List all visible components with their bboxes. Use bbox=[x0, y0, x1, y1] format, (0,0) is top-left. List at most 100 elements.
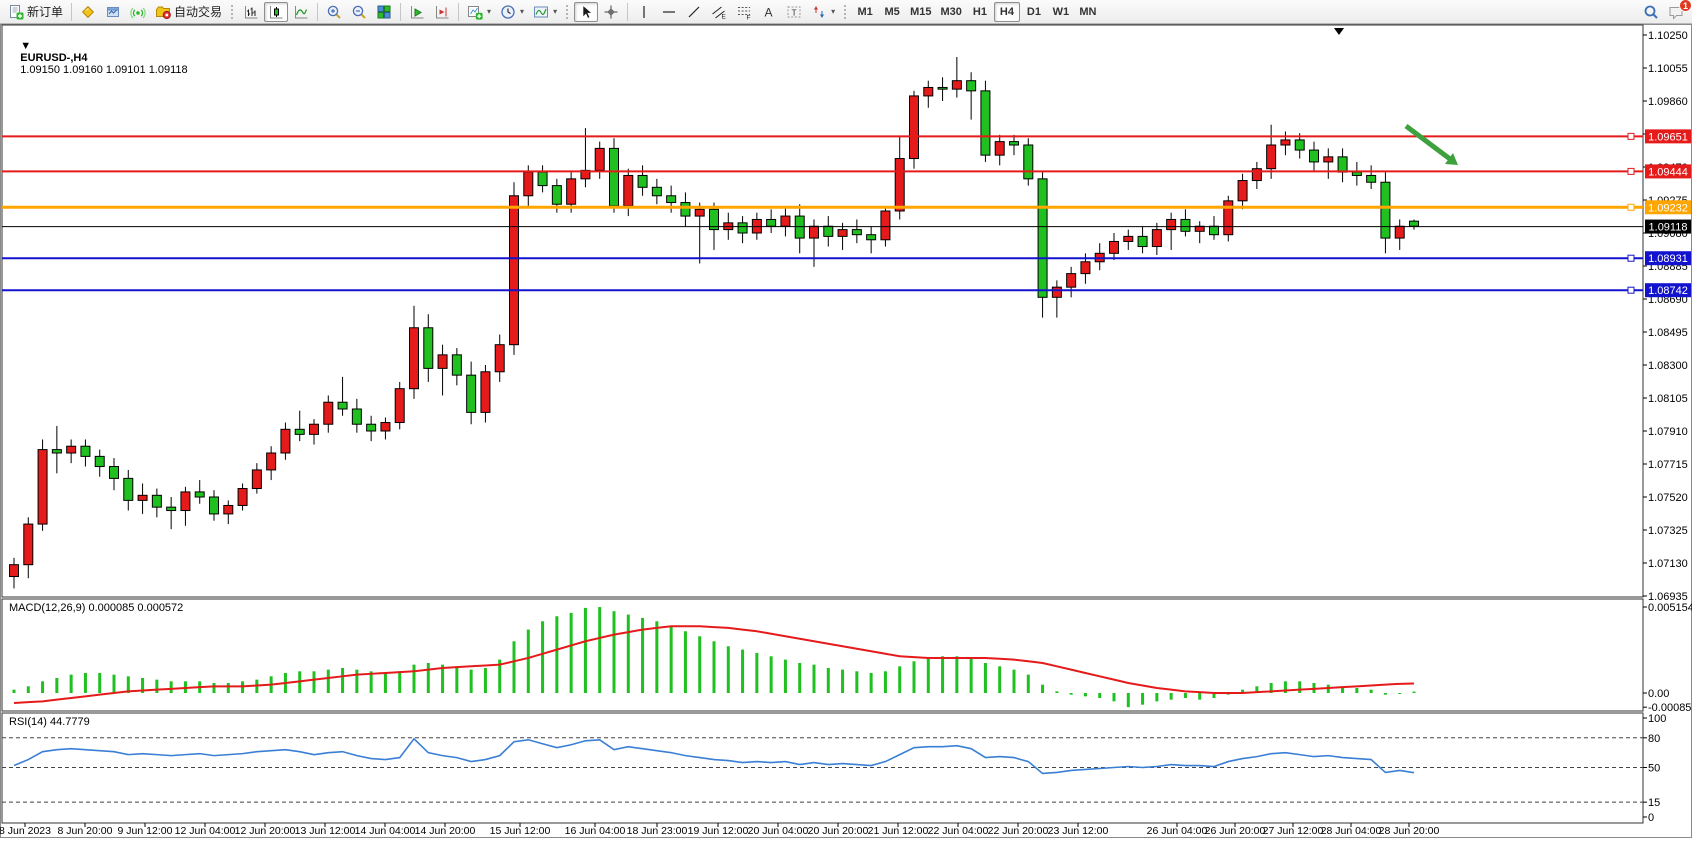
zoom-out-button[interactable] bbox=[347, 2, 371, 22]
svg-text:80: 80 bbox=[1648, 733, 1660, 745]
cursor-tool-button[interactable] bbox=[574, 2, 598, 22]
line-chart-type-button[interactable] bbox=[289, 2, 313, 22]
fibonacci-tool-button[interactable]: F bbox=[732, 2, 756, 22]
hline-handle[interactable] bbox=[1628, 255, 1634, 261]
search-icon bbox=[1643, 4, 1659, 20]
chart-canvas[interactable]: 1.102501.100551.098601.096651.094701.092… bbox=[0, 24, 1692, 838]
crosshair-icon bbox=[603, 4, 619, 20]
svg-text:9 Jun 12:00: 9 Jun 12:00 bbox=[118, 825, 173, 837]
tab-timeframe-m1[interactable]: M1 bbox=[852, 2, 878, 22]
vertical-line-icon bbox=[636, 4, 652, 20]
dropdown-caret-icon: ▾ bbox=[487, 7, 491, 16]
tab-timeframe-m5[interactable]: M5 bbox=[879, 2, 905, 22]
svg-text:18 Jun 23:00: 18 Jun 23:00 bbox=[627, 825, 688, 837]
periods-button[interactable]: ▾ bbox=[496, 2, 528, 22]
chart-window: ▼ EURUSD-,H4 1.09150 1.09160 1.09101 1.0… bbox=[0, 24, 1692, 846]
svg-text:1.09860: 1.09860 bbox=[1648, 96, 1688, 108]
templates-button[interactable]: ▾ bbox=[529, 2, 561, 22]
svg-text:20 Jun 20:00: 20 Jun 20:00 bbox=[808, 825, 869, 837]
trendline-tool-button[interactable] bbox=[682, 2, 706, 22]
zoom-in-button[interactable] bbox=[322, 2, 346, 22]
svg-text:E: E bbox=[722, 13, 727, 20]
market-watch-button[interactable] bbox=[101, 2, 125, 22]
signal-button[interactable] bbox=[126, 2, 150, 22]
svg-text:1.09118: 1.09118 bbox=[1649, 222, 1688, 234]
svg-text:20 Jun 04:00: 20 Jun 04:00 bbox=[748, 825, 809, 837]
tab-timeframe-h1[interactable]: H1 bbox=[967, 2, 993, 22]
svg-text:14 Jun 20:00: 14 Jun 20:00 bbox=[415, 825, 476, 837]
svg-text:100: 100 bbox=[1648, 713, 1666, 725]
signal-icon bbox=[130, 4, 146, 20]
svg-text:0: 0 bbox=[1648, 812, 1654, 824]
separator bbox=[627, 3, 628, 21]
svg-text:1.07715: 1.07715 bbox=[1648, 459, 1688, 471]
notifications-button[interactable]: 1 bbox=[1664, 2, 1688, 22]
svg-text:23 Jun 12:00: 23 Jun 12:00 bbox=[1048, 825, 1109, 837]
hline-handle[interactable] bbox=[1628, 168, 1634, 174]
svg-text:28 Jun 20:00: 28 Jun 20:00 bbox=[1379, 825, 1440, 837]
svg-text:1.08742: 1.08742 bbox=[1648, 285, 1688, 297]
tab-timeframe-d1[interactable]: D1 bbox=[1021, 2, 1047, 22]
horizontal-line-tool-button[interactable] bbox=[657, 2, 681, 22]
bar-chart-type-button[interactable] bbox=[239, 2, 263, 22]
hline-handle[interactable] bbox=[1628, 133, 1634, 139]
chart-shift-icon bbox=[434, 4, 450, 20]
svg-text:0.00: 0.00 bbox=[1648, 688, 1669, 700]
svg-text:19 Jun 12:00: 19 Jun 12:00 bbox=[688, 825, 749, 837]
svg-text:50: 50 bbox=[1648, 763, 1660, 775]
svg-text:12 Jun 20:00: 12 Jun 20:00 bbox=[235, 825, 296, 837]
hline-handle[interactable] bbox=[1628, 204, 1634, 210]
svg-text:8 Jun 2023: 8 Jun 2023 bbox=[0, 825, 51, 837]
svg-text:1.10055: 1.10055 bbox=[1648, 63, 1688, 75]
tab-timeframe-h4[interactable]: H4 bbox=[994, 2, 1020, 22]
chart-shift-button[interactable] bbox=[430, 2, 454, 22]
svg-text:1.09444: 1.09444 bbox=[1648, 166, 1688, 178]
toolbar: 新订单 自动交易 bbox=[0, 0, 1692, 24]
svg-text:1.08931: 1.08931 bbox=[1648, 253, 1688, 265]
new-order-label: 新订单 bbox=[27, 3, 63, 20]
notification-badge: 1 bbox=[1679, 0, 1692, 12]
main-panel[interactable] bbox=[2, 25, 1643, 597]
crosshair-tool-button[interactable] bbox=[599, 2, 623, 22]
svg-text:27 Jun 12:00: 27 Jun 12:00 bbox=[1263, 825, 1324, 837]
search-button[interactable] bbox=[1639, 2, 1663, 22]
svg-text:1.08105: 1.08105 bbox=[1648, 393, 1688, 405]
label-tool-button[interactable]: T bbox=[782, 2, 806, 22]
tile-windows-icon bbox=[376, 4, 392, 20]
candlestick-icon bbox=[268, 4, 284, 20]
indicators-button[interactable]: ▾ bbox=[463, 2, 495, 22]
cursor-icon bbox=[578, 4, 594, 20]
toolbar-grip[interactable] bbox=[230, 4, 235, 20]
candlestick-chart-type-button[interactable] bbox=[264, 2, 288, 22]
svg-text:1.08495: 1.08495 bbox=[1648, 327, 1688, 339]
tab-timeframe-m30[interactable]: M30 bbox=[937, 2, 966, 22]
svg-text:15: 15 bbox=[1648, 797, 1660, 809]
channel-tool-button[interactable]: E bbox=[707, 2, 731, 22]
svg-text:1.07130: 1.07130 bbox=[1648, 558, 1688, 570]
hline-handle[interactable] bbox=[1628, 287, 1634, 293]
bar-chart-icon bbox=[243, 4, 259, 20]
new-order-button[interactable]: 新订单 bbox=[4, 2, 67, 22]
svg-text:16 Jun 04:00: 16 Jun 04:00 bbox=[565, 825, 626, 837]
auto-scroll-button[interactable] bbox=[405, 2, 429, 22]
arrows-tool-button[interactable]: ▾ bbox=[807, 2, 839, 22]
macd-panel[interactable] bbox=[2, 599, 1643, 711]
svg-text:1.08300: 1.08300 bbox=[1648, 360, 1688, 372]
toolbar-grip[interactable] bbox=[565, 4, 570, 20]
tab-timeframe-w1[interactable]: W1 bbox=[1048, 2, 1074, 22]
svg-text:8 Jun 20:00: 8 Jun 20:00 bbox=[58, 825, 113, 837]
tab-timeframe-mn[interactable]: MN bbox=[1075, 2, 1101, 22]
clock-icon bbox=[500, 4, 516, 20]
tab-timeframe-m15[interactable]: M15 bbox=[906, 2, 935, 22]
toolbar-grip[interactable] bbox=[843, 4, 848, 20]
text-tool-button[interactable]: A bbox=[757, 2, 781, 22]
zoom-out-icon bbox=[351, 4, 367, 20]
svg-text:26 Jun 20:00: 26 Jun 20:00 bbox=[1205, 825, 1266, 837]
dropdown-caret-icon: ▾ bbox=[553, 7, 557, 16]
svg-text:T: T bbox=[792, 7, 797, 17]
data-window-button[interactable] bbox=[76, 2, 100, 22]
vertical-line-tool-button[interactable] bbox=[632, 2, 656, 22]
tile-windows-button[interactable] bbox=[372, 2, 396, 22]
dropdown-caret-icon: ▾ bbox=[520, 7, 524, 16]
auto-trading-button[interactable]: 自动交易 bbox=[151, 2, 226, 22]
